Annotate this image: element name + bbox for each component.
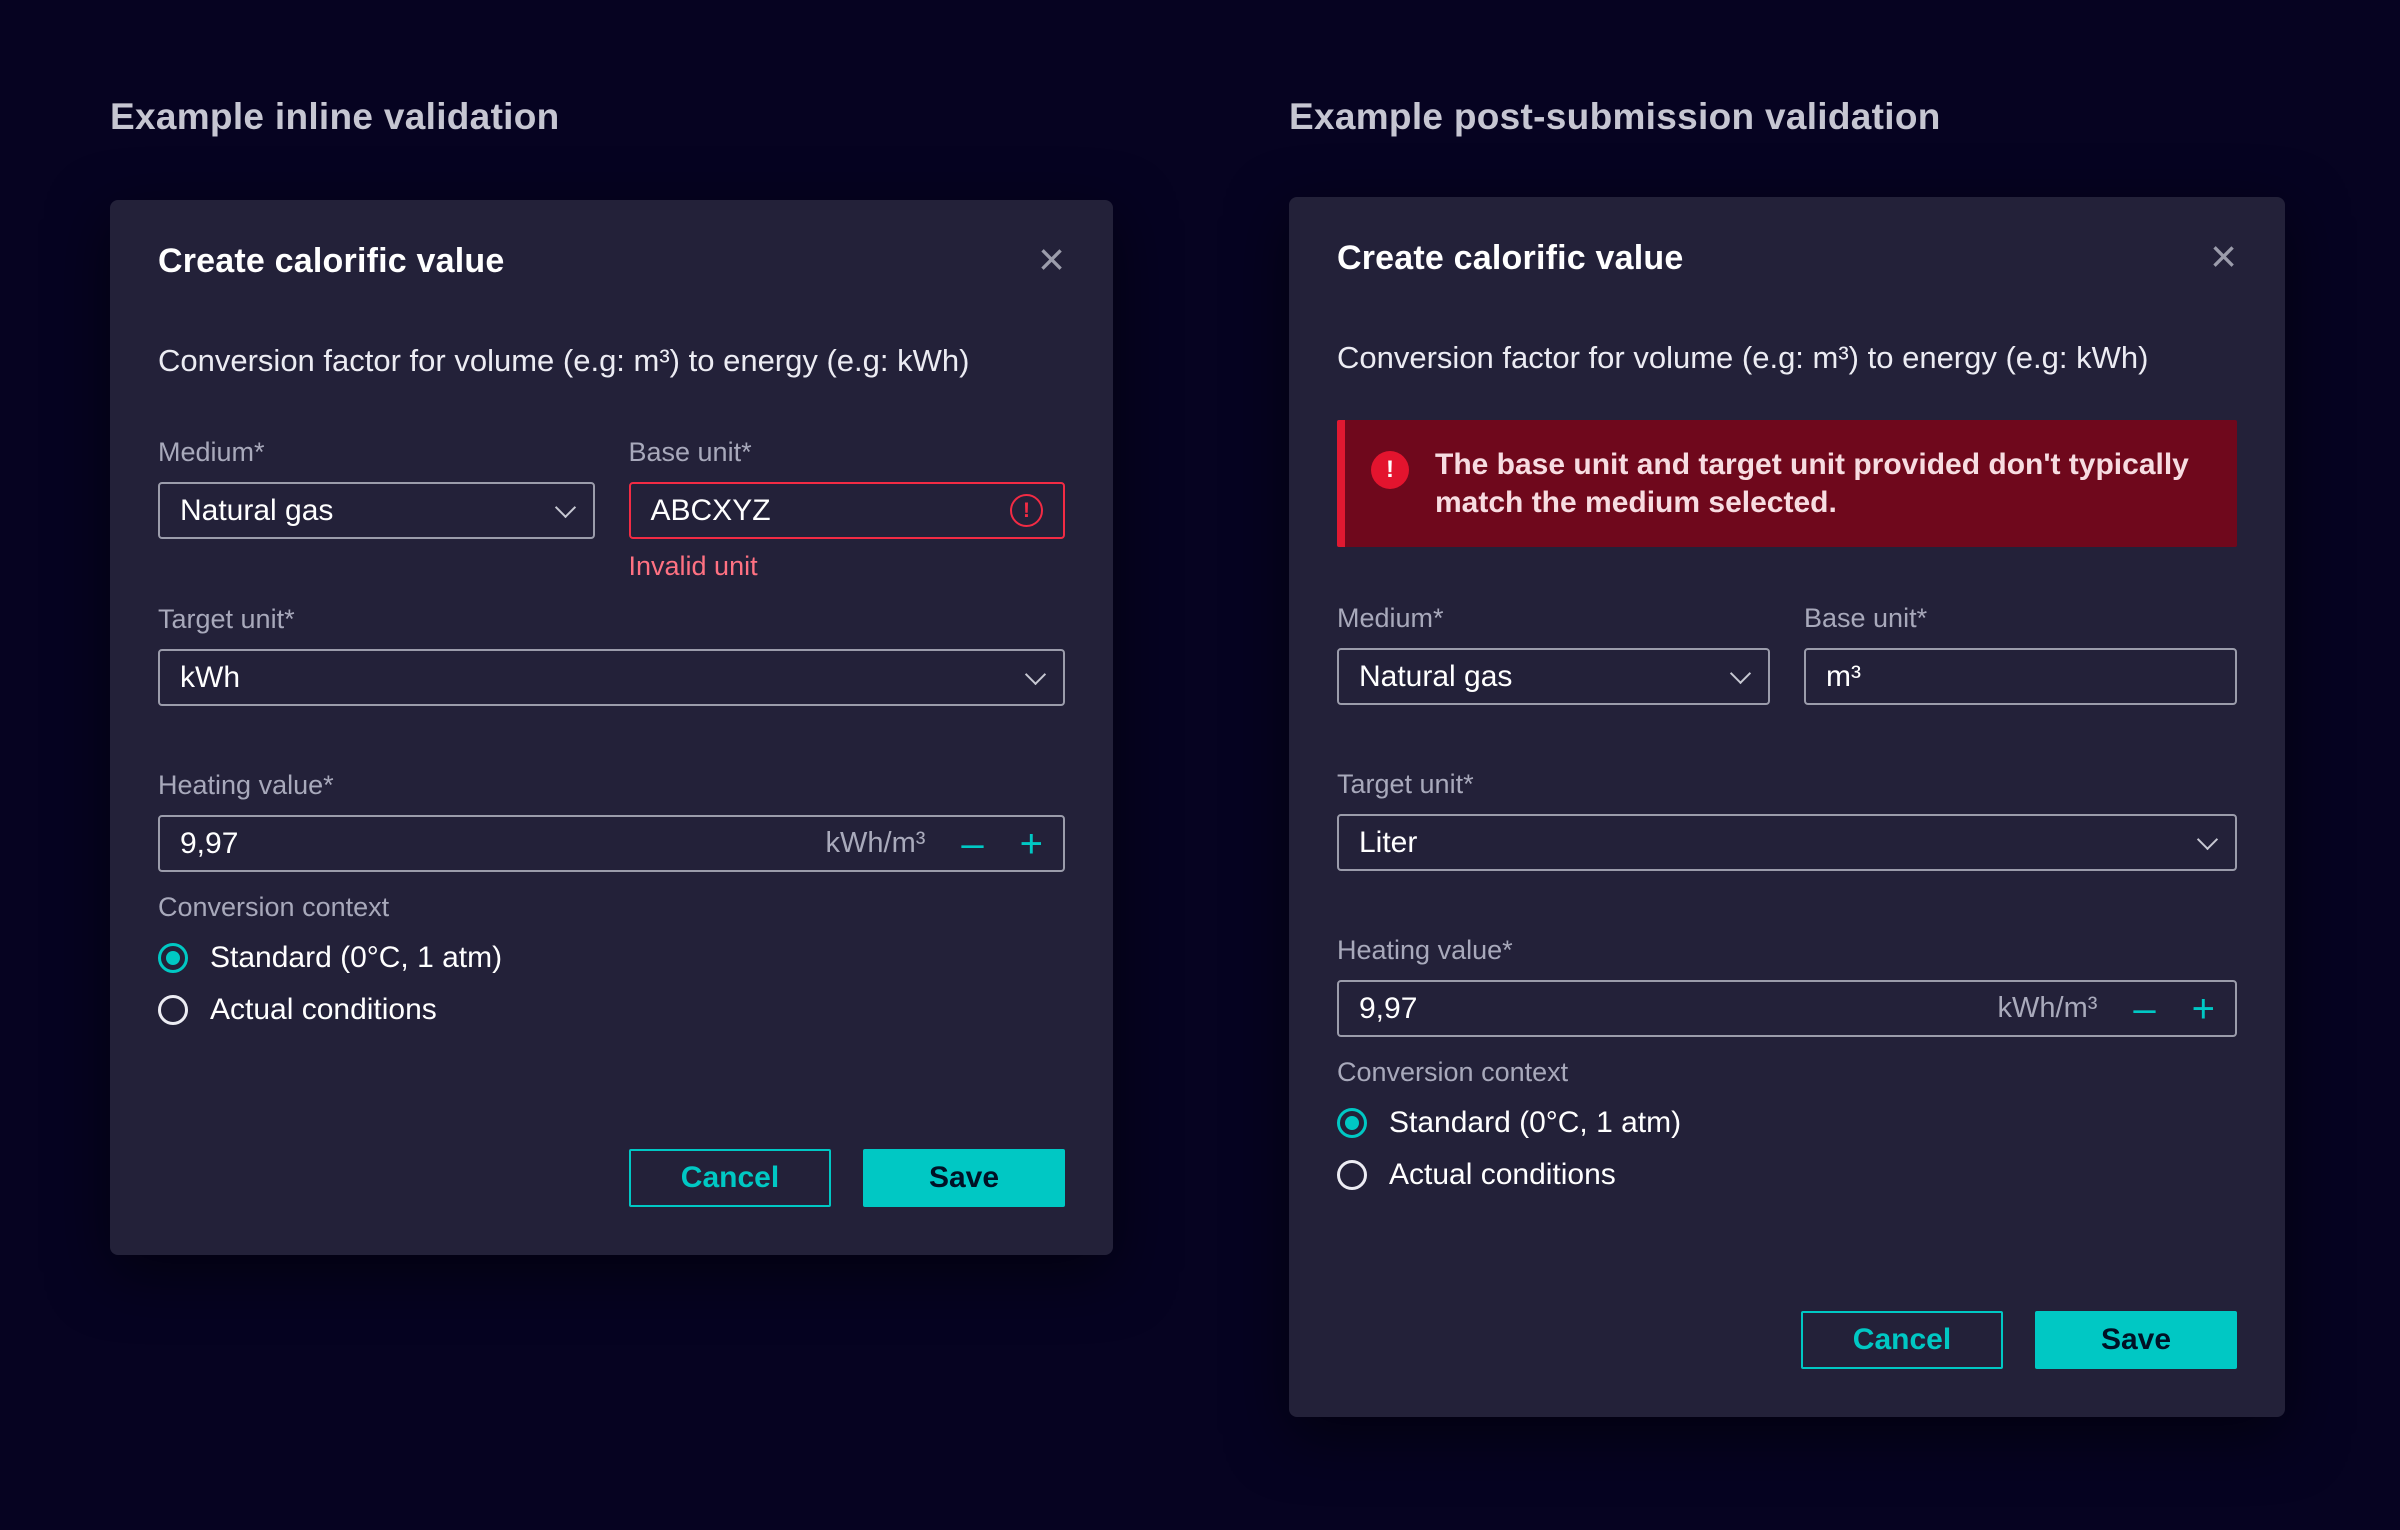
close-icon[interactable]: × xyxy=(1038,242,1065,276)
conversion-context-group: Conversion context Standard (0°C, 1 atm)… xyxy=(1337,1057,2237,1192)
radio-option-standard[interactable]: Standard (0°C, 1 atm) xyxy=(158,941,1065,975)
medium-label: Medium* xyxy=(1337,603,1770,634)
radio-label: Standard (0°C, 1 atm) xyxy=(210,941,502,975)
base-unit-input[interactable]: ABCXYZ ! xyxy=(629,482,1066,539)
radio-dot xyxy=(166,951,180,965)
radio-selected-icon[interactable] xyxy=(158,943,188,973)
radio-dot xyxy=(1345,1116,1359,1130)
medium-select[interactable]: Natural gas xyxy=(158,482,595,539)
target-unit-value: Liter xyxy=(1359,826,1417,860)
dialog-footer: Cancel Save xyxy=(1801,1311,2237,1369)
base-unit-field-group: Base unit* m³ xyxy=(1804,603,2237,705)
radio-option-actual[interactable]: Actual conditions xyxy=(1337,1158,2237,1192)
decrement-icon[interactable]: – xyxy=(2133,994,2155,1024)
error-banner-message: The base unit and target unit provided d… xyxy=(1435,446,2209,521)
base-unit-input[interactable]: m³ xyxy=(1804,648,2237,705)
target-unit-select[interactable]: kWh xyxy=(158,649,1065,706)
right-section-title: Example post-submission validation xyxy=(1289,96,1941,138)
target-unit-value: kWh xyxy=(180,661,240,695)
heating-value-field-group: Heating value* 9,97 kWh/m³ – + xyxy=(1337,935,2237,1037)
medium-field-group: Medium* Natural gas xyxy=(158,437,595,582)
heating-value-label: Heating value* xyxy=(158,770,1065,801)
base-unit-field-group: Base unit* ABCXYZ ! Invalid unit xyxy=(629,437,1066,582)
dialog-title: Create calorific value xyxy=(158,242,504,281)
radio-option-actual[interactable]: Actual conditions xyxy=(158,993,1065,1027)
radio-option-standard[interactable]: Standard (0°C, 1 atm) xyxy=(1337,1106,2237,1140)
dialog-header: Create calorific value × xyxy=(1337,239,2237,278)
alert-circle-icon: ! xyxy=(1371,451,1409,489)
heating-value-field-group: Heating value* 9,97 kWh/m³ – + xyxy=(158,770,1065,872)
radio-unselected-icon[interactable] xyxy=(158,995,188,1025)
heating-value-unit: kWh/m³ xyxy=(826,827,926,860)
medium-field-group: Medium* Natural gas xyxy=(1337,603,1770,705)
heating-value-label: Heating value* xyxy=(1337,935,2237,966)
radio-unselected-icon[interactable] xyxy=(1337,1160,1367,1190)
dialog-header: Create calorific value × xyxy=(158,242,1065,281)
dialog-subtitle: Conversion factor for volume (e.g: m³) t… xyxy=(158,343,1065,379)
target-unit-select[interactable]: Liter xyxy=(1337,814,2237,871)
base-unit-label: Base unit* xyxy=(629,437,1066,468)
medium-label: Medium* xyxy=(158,437,595,468)
target-unit-label: Target unit* xyxy=(158,604,1065,635)
heating-value-value: 9,97 xyxy=(180,827,238,861)
cancel-button[interactable]: Cancel xyxy=(1801,1311,2003,1369)
heating-value-unit: kWh/m³ xyxy=(1998,992,2098,1025)
dialog-post-submission-validation: Create calorific value × Conversion fact… xyxy=(1289,197,2285,1417)
conversion-context-group: Conversion context Standard (0°C, 1 atm)… xyxy=(158,892,1065,1027)
medium-value: Natural gas xyxy=(180,494,333,528)
increment-icon[interactable]: + xyxy=(2192,994,2215,1024)
heating-value-value: 9,97 xyxy=(1359,992,1417,1026)
medium-select[interactable]: Natural gas xyxy=(1337,648,1770,705)
chevron-down-icon xyxy=(1730,662,1751,683)
dialog-subtitle: Conversion factor for volume (e.g: m³) t… xyxy=(1337,340,2237,376)
save-button[interactable]: Save xyxy=(863,1149,1065,1207)
left-section-title: Example inline validation xyxy=(110,96,560,138)
dialog-title: Create calorific value xyxy=(1337,239,1683,278)
target-unit-field-group: Target unit* Liter xyxy=(1337,769,2237,871)
dialog-footer: Cancel Save xyxy=(629,1149,1065,1207)
heating-value-input[interactable]: 9,97 kWh/m³ – + xyxy=(158,815,1065,872)
radio-label: Actual conditions xyxy=(210,993,437,1027)
base-unit-error-message: Invalid unit xyxy=(629,551,1066,582)
radio-selected-icon[interactable] xyxy=(1337,1108,1367,1138)
medium-value: Natural gas xyxy=(1359,660,1512,694)
error-circle-icon: ! xyxy=(1010,494,1043,527)
close-icon[interactable]: × xyxy=(2210,239,2237,273)
increment-icon[interactable]: + xyxy=(1020,829,1043,859)
radio-label: Actual conditions xyxy=(1389,1158,1616,1192)
target-unit-label: Target unit* xyxy=(1337,769,2237,800)
chevron-down-icon xyxy=(1025,663,1046,684)
decrement-icon[interactable]: – xyxy=(961,829,983,859)
base-unit-value: m³ xyxy=(1826,660,1861,694)
chevron-down-icon xyxy=(554,496,575,517)
target-unit-field-group: Target unit* kWh xyxy=(158,604,1065,706)
heating-value-input[interactable]: 9,97 kWh/m³ – + xyxy=(1337,980,2237,1037)
chevron-down-icon xyxy=(2197,828,2218,849)
dialog-inline-validation: Create calorific value × Conversion fact… xyxy=(110,200,1113,1255)
base-unit-label: Base unit* xyxy=(1804,603,2237,634)
conversion-context-label: Conversion context xyxy=(1337,1057,2237,1088)
base-unit-value: ABCXYZ xyxy=(651,494,771,528)
save-button[interactable]: Save xyxy=(2035,1311,2237,1369)
error-banner: ! The base unit and target unit provided… xyxy=(1337,420,2237,547)
radio-label: Standard (0°C, 1 atm) xyxy=(1389,1106,1681,1140)
cancel-button[interactable]: Cancel xyxy=(629,1149,831,1207)
conversion-context-label: Conversion context xyxy=(158,892,1065,923)
